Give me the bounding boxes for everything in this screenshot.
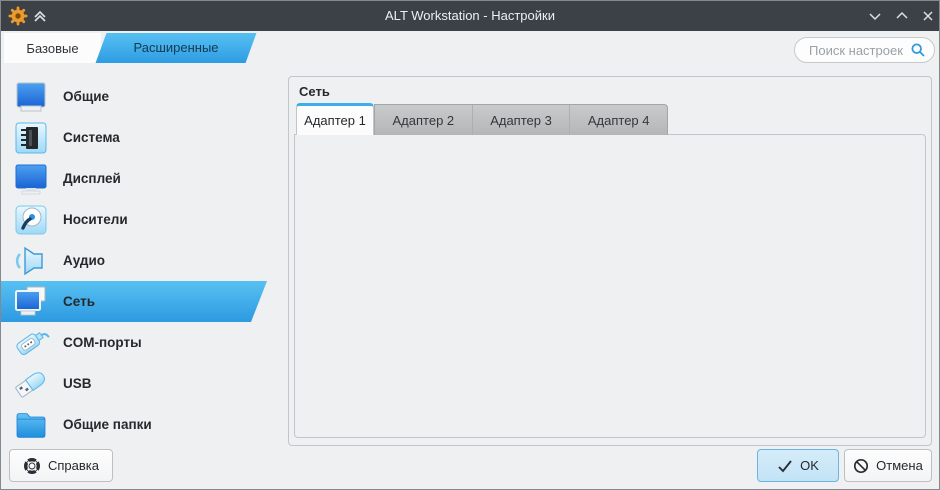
tab-adapter-4[interactable]: Адаптер 4: [569, 105, 667, 135]
serial-port-icon: [11, 323, 51, 363]
tab-basic-label: Базовые: [26, 40, 79, 56]
close-icon[interactable]: [920, 8, 938, 24]
sidebar-item-system[interactable]: Система: [1, 117, 267, 158]
lifebuoy-icon: [23, 457, 41, 475]
sidebar-item-general[interactable]: Общие: [1, 76, 267, 117]
sidebar-item-shared-folders[interactable]: Общие папки: [1, 404, 267, 445]
titlebar: ALT Workstation - Настройки: [1, 1, 939, 31]
sidebar-item-audio[interactable]: Аудио: [1, 240, 267, 281]
tab-advanced[interactable]: Расширенные: [95, 33, 257, 63]
tab-adapter-2-label: Адаптер 2: [392, 112, 455, 128]
adapter-pane: [294, 134, 926, 438]
sidebar-item-label: Дисплей: [63, 171, 121, 186]
cancel-button[interactable]: Отмена: [844, 449, 932, 482]
general-icon: [11, 77, 51, 117]
minimize-button[interactable]: [867, 8, 885, 24]
sidebar-item-label: Сеть: [63, 294, 95, 309]
check-icon: [777, 459, 793, 473]
sidebar-item-label: Система: [63, 130, 120, 145]
cancel-icon: [853, 458, 869, 474]
ok-label: OK: [800, 458, 819, 473]
settings-window: ALT Workstation - Настройки Базовые Расш…: [0, 0, 940, 490]
maximize-button[interactable]: [894, 8, 912, 24]
system-icon: [11, 118, 51, 158]
tab-adapter-3-label: Адаптер 3: [490, 112, 552, 128]
sidebar-item-label: Общие: [63, 89, 110, 104]
network-icon: [11, 282, 51, 322]
audio-icon: [11, 241, 51, 281]
tab-adapter-1-label: Адаптер 1: [304, 113, 366, 128]
tab-adapter-4-label: Адаптер 4: [587, 112, 650, 128]
window-title: ALT Workstation - Настройки: [385, 8, 555, 23]
storage-icon: [11, 200, 51, 240]
search-input[interactable]: [809, 42, 910, 58]
tab-adapter-2[interactable]: Адаптер 2: [375, 105, 472, 135]
sidebar-item-label: Аудио: [63, 253, 106, 268]
sidebar-item-label: Общие папки: [63, 417, 152, 432]
help-label: Справка: [48, 458, 99, 473]
search-icon[interactable]: [910, 42, 926, 58]
sidebar-item-label: Носители: [63, 212, 128, 227]
usb-icon: [11, 364, 51, 404]
sidebar-item-storage[interactable]: Носители: [1, 199, 267, 240]
sidebar-item-usb[interactable]: USB: [1, 363, 267, 404]
sidebar-item-label: COM-порты: [63, 335, 142, 350]
tab-adapter-1[interactable]: Адаптер 1: [296, 103, 374, 135]
cancel-label: Отмена: [876, 458, 923, 473]
sidebar-item-network[interactable]: Сеть: [1, 281, 267, 322]
ok-button[interactable]: OK: [757, 449, 839, 482]
sidebar-item-display[interactable]: Дисплей: [1, 158, 267, 199]
search-box[interactable]: [794, 37, 935, 63]
display-icon: [11, 159, 51, 199]
sidebar-item-label: USB: [63, 376, 92, 391]
shared-folders-icon: [11, 405, 51, 445]
help-button[interactable]: Справка: [9, 449, 113, 482]
tab-advanced-label: Расширенные: [133, 40, 219, 55]
tab-basic[interactable]: Базовые: [4, 33, 101, 63]
groupbox-title: Сеть: [299, 84, 330, 99]
sidebar-item-serial-ports[interactable]: COM-порты: [1, 322, 267, 363]
tab-adapter-3[interactable]: Адаптер 3: [471, 105, 570, 135]
adapter-tab-strip: Адаптер 2 Адаптер 3 Адаптер 4: [374, 104, 668, 135]
